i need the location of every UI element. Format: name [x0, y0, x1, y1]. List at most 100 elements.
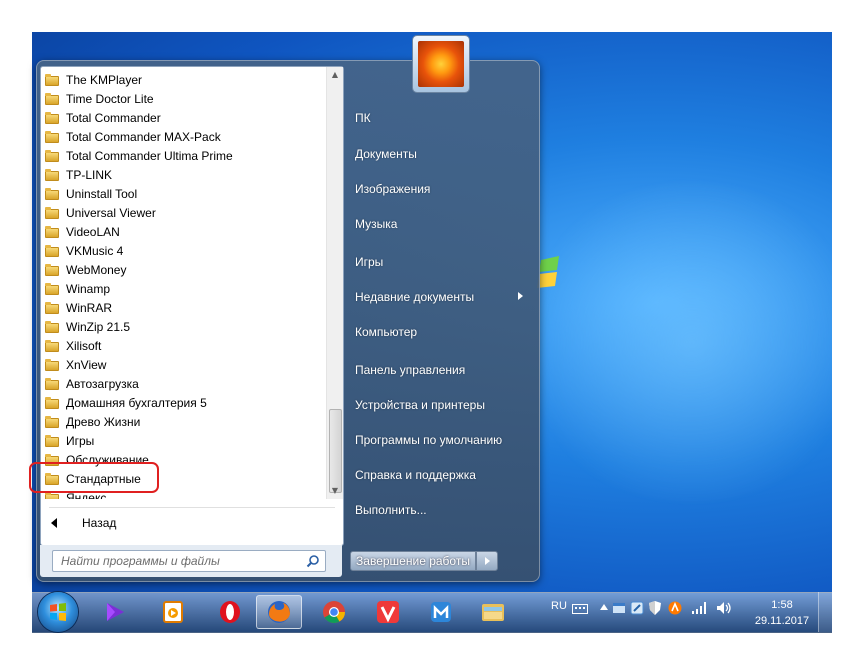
program-label: Total Commander MAX-Pack [66, 129, 221, 144]
folder-icon [45, 415, 59, 428]
video-icon[interactable] [150, 595, 196, 629]
program-label: WinZip 21.5 [66, 319, 131, 334]
program-folder[interactable]: WinZip 21.5 [45, 317, 315, 336]
network-app-icon[interactable] [630, 601, 644, 615]
divider [49, 507, 335, 508]
search-input[interactable]: Найти программы и файлы [52, 550, 326, 572]
signal-strength-icon[interactable] [692, 602, 708, 614]
menu-music[interactable]: Музыка [355, 217, 397, 231]
folder-icon [45, 130, 59, 143]
program-label: Total Commander Ultima Prime [66, 148, 233, 163]
program-folder[interactable]: Xilisoft [45, 336, 315, 355]
clock-date: 29.11.2017 [754, 615, 810, 627]
explorer-icon[interactable] [470, 595, 516, 629]
folder-icon [45, 168, 59, 181]
back-arrow-icon [51, 518, 57, 528]
program-label: WebMoney [66, 262, 127, 277]
search-placeholder: Найти программы и файлы [61, 554, 220, 568]
program-label: Древо Жизни [66, 414, 141, 429]
folder-icon [45, 377, 59, 390]
scroll-up-icon[interactable]: ▲ [327, 67, 343, 83]
tray-app-icon[interactable] [612, 601, 626, 615]
scroll-down-icon[interactable]: ▼ [327, 483, 343, 499]
firefox-icon[interactable] [256, 595, 302, 629]
menu-control-panel[interactable]: Панель управления [355, 363, 465, 377]
program-folder[interactable]: WebMoney [45, 260, 315, 279]
volume-icon[interactable] [716, 601, 732, 615]
submenu-arrow-icon [518, 292, 523, 300]
user-picture[interactable] [413, 36, 469, 92]
program-folder[interactable]: Winamp [45, 279, 315, 298]
language-indicator[interactable]: RU [551, 600, 567, 612]
menu-recent-documents[interactable]: Недавние документы [355, 290, 474, 304]
keyboard-icon[interactable] [572, 603, 588, 615]
shutdown-button[interactable]: Завершение работы [350, 551, 476, 571]
menu-computer[interactable]: Компьютер [355, 325, 417, 339]
media-player-icon[interactable] [92, 595, 138, 629]
program-label: Игры [66, 433, 95, 448]
program-folder[interactable]: Total Commander Ultima Prime [45, 146, 315, 165]
search-area: Найти программы и файлы [40, 545, 342, 577]
folder-icon [45, 301, 59, 314]
programs-list: The KMPlayer Time Doctor Lite Total Comman… [41, 67, 325, 499]
program-label: The KMPlayer [66, 72, 143, 87]
program-folder[interactable]: TP-LINK [45, 165, 315, 184]
folder-icon [45, 92, 59, 105]
back-button[interactable]: Назад [51, 513, 116, 533]
windows-logo-fragment [537, 256, 559, 288]
program-folder[interactable]: Total Commander [45, 108, 315, 127]
desktop-glow [512, 182, 832, 502]
program-folder[interactable]: Игры [45, 431, 315, 450]
folder-icon [45, 111, 59, 124]
chrome-icon[interactable] [311, 595, 357, 629]
menu-run[interactable]: Выполнить... [355, 503, 427, 517]
program-label: Автозагрузка [66, 376, 139, 391]
clock[interactable]: 1:58 29.11.2017 [744, 597, 820, 629]
menu-help-support[interactable]: Справка и поддержка [355, 468, 476, 482]
vivaldi-icon[interactable] [365, 595, 411, 629]
program-folder[interactable]: WinRAR [45, 298, 315, 317]
scrollbar[interactable]: ▲ ▼ [326, 67, 343, 499]
menu-pictures[interactable]: Изображения [355, 182, 430, 196]
folder-icon [45, 73, 59, 86]
show-desktop-button[interactable] [818, 592, 833, 632]
start-button[interactable] [38, 592, 78, 632]
highlight-annotation [29, 462, 159, 493]
program-label: Total Commander [66, 110, 161, 125]
program-folder[interactable]: XnView [45, 355, 315, 374]
clock-time: 1:58 [771, 599, 793, 611]
folder-icon [45, 225, 59, 238]
program-folder[interactable]: The KMPlayer [45, 70, 315, 89]
program-folder[interactable]: VideoLAN [45, 222, 315, 241]
menu-games[interactable]: Игры [355, 255, 383, 269]
folder-icon [45, 320, 59, 333]
program-folder[interactable]: Древо Жизни [45, 412, 315, 431]
program-label: Uninstall Tool [66, 186, 138, 201]
menu-documents[interactable]: Документы [355, 147, 417, 161]
program-folder[interactable]: Автозагрузка [45, 374, 315, 393]
program-label: VKMusic 4 [66, 243, 124, 258]
menu-devices-printers[interactable]: Устройства и принтеры [355, 398, 485, 412]
menu-pc[interactable]: ПК [355, 111, 371, 125]
scroll-thumb[interactable] [329, 409, 342, 493]
shutdown-options-icon[interactable] [476, 551, 498, 571]
menu-default-programs[interactable]: Программы по умолчанию [355, 433, 502, 447]
maxthon-icon[interactable] [418, 595, 464, 629]
search-icon[interactable] [306, 554, 320, 568]
program-label: Time Doctor Lite [66, 91, 154, 106]
folder-icon [45, 358, 59, 371]
program-folder[interactable]: Time Doctor Lite [45, 89, 315, 108]
program-folder[interactable]: Uninstall Tool [45, 184, 315, 203]
avast-icon[interactable] [668, 601, 682, 615]
security-shield-icon[interactable] [648, 600, 662, 616]
program-label: WinRAR [66, 300, 113, 315]
opera-icon[interactable] [207, 595, 253, 629]
program-folder[interactable]: Total Commander MAX-Pack [45, 127, 315, 146]
program-label: Winamp [66, 281, 111, 296]
program-folder[interactable]: Домашняя бухгалтерия 5 [45, 393, 315, 412]
program-folder[interactable]: Universal Viewer [45, 203, 315, 222]
tray-expand-icon[interactable] [600, 604, 608, 610]
program-folder[interactable]: VKMusic 4 [45, 241, 315, 260]
back-label: Назад [82, 516, 117, 530]
program-label: TP-LINK [66, 167, 113, 182]
